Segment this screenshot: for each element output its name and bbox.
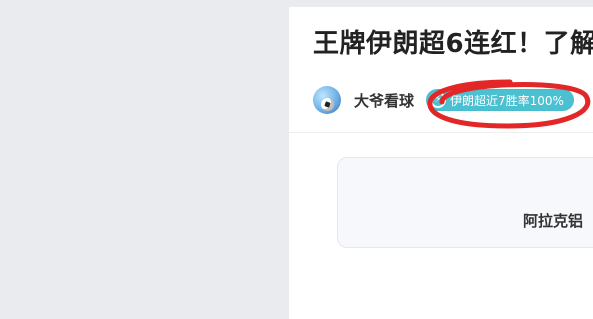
lightning-icon: ⚡: [430, 92, 447, 108]
content-card: 阿拉克铝: [337, 157, 593, 248]
author-avatar[interactable]: [313, 86, 341, 114]
author-name[interactable]: 大爷看球: [354, 90, 414, 111]
card-title: 阿拉克铝: [523, 212, 584, 230]
soccer-ball-icon: [321, 98, 334, 111]
tag-label: 伊朗超近7胜率100%: [450, 93, 564, 108]
page: 王牌伊朗超6连红！了解 大爷看球 ⚡ 伊朗超近7胜率100% 阿拉克铝: [0, 0, 593, 319]
article-panel: 王牌伊朗超6连红！了解 大爷看球 ⚡ 伊朗超近7胜率100% 阿拉克铝: [289, 7, 593, 319]
divider: [289, 132, 593, 133]
win-rate-tag[interactable]: ⚡ 伊朗超近7胜率100%: [426, 89, 574, 111]
left-background: [0, 0, 289, 319]
author-row: 大爷看球 ⚡ 伊朗超近7胜率100%: [313, 84, 574, 116]
article-title: 王牌伊朗超6连红！了解: [313, 29, 593, 59]
